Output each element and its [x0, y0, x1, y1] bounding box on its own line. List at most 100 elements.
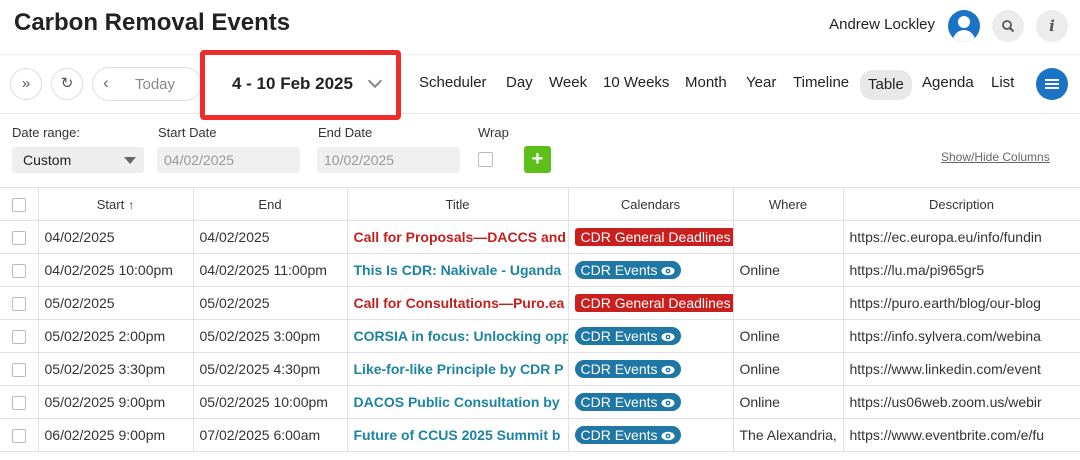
row-checkbox-cell[interactable] [0, 352, 39, 386]
row-checkbox[interactable] [11, 363, 26, 378]
column-header-description[interactable]: Description [843, 187, 1080, 221]
view-agenda-tab[interactable]: Agenda [922, 74, 974, 98]
eye-icon [661, 399, 675, 408]
view-timeline-tab[interactable]: Timeline [793, 74, 849, 98]
calendar-badge-label: CDR Events [580, 262, 658, 279]
view-10weeks-tab[interactable]: 10 Weeks [603, 74, 669, 98]
date-range-filter-label: Date range: [12, 125, 80, 140]
show-hide-columns-link[interactable]: Show/Hide Columns [941, 150, 1050, 164]
view-month-tab[interactable]: Month [685, 74, 727, 98]
row-checkbox-cell[interactable] [0, 253, 39, 287]
cell-calendars: CDR Events [568, 418, 734, 452]
table-row[interactable]: 05/02/2025 9:00pm 05/02/2025 10:00pm DACOS… [0, 385, 1080, 419]
cell-where: Online [733, 253, 844, 287]
cell-description: https://info.sylvera.com/webina [843, 319, 1080, 353]
cell-start: 04/02/2025 [38, 220, 194, 254]
calendar-badge: CDR Events [574, 393, 681, 412]
calendar-badge: CDR General Deadlines [574, 294, 732, 313]
cell-where [733, 286, 844, 320]
calendar-badge-label: CDR Events [580, 328, 658, 345]
table-row[interactable]: 05/02/2025 3:30pm 05/02/2025 4:30pm Like-f… [0, 352, 1080, 386]
row-checkbox[interactable] [11, 429, 26, 444]
calendar-badge: CDR Events [574, 360, 681, 379]
cell-description: https://puro.earth/blog/our-blog [843, 286, 1080, 320]
chevron-left-icon[interactable]: ‹ [103, 73, 109, 93]
user-avatar-icon[interactable] [948, 10, 980, 42]
cell-title[interactable]: Like-for-like Principle by CDR P [347, 352, 569, 386]
table-row[interactable]: 05/02/2025 05/02/2025 Call for Consultatio… [0, 286, 1080, 320]
column-header-end[interactable]: End [193, 187, 348, 221]
cell-description: https://lu.ma/pi965gr5 [843, 253, 1080, 287]
cell-title[interactable]: This Is CDR: Nakivale - Uganda [347, 253, 569, 287]
row-checkbox-cell[interactable] [0, 385, 39, 419]
date-range-label: 4 - 10 Feb 2025 [232, 74, 353, 93]
search-icon[interactable] [992, 10, 1024, 42]
collapse-sidebar-icon[interactable]: » [10, 68, 42, 100]
eye-icon [661, 432, 675, 441]
row-checkbox[interactable] [11, 297, 26, 312]
row-checkbox[interactable] [11, 396, 26, 411]
view-scheduler-tab[interactable]: Scheduler [419, 74, 487, 98]
column-header-start[interactable]: Start ↑ [38, 187, 194, 221]
cell-where [733, 220, 844, 254]
view-table-tab[interactable]: Table [860, 70, 912, 100]
start-date-input[interactable]: 04/02/2025 [157, 147, 300, 173]
cell-where: Online [733, 352, 844, 386]
menu-icon[interactable] [1036, 68, 1068, 100]
info-icon[interactable]: i [1036, 10, 1068, 42]
table-row[interactable]: 06/02/2025 9:00pm 07/02/2025 6:00am Future… [0, 418, 1080, 452]
table-row[interactable]: 05/02/2025 2:00pm 05/02/2025 3:00pm CORSIA… [0, 319, 1080, 353]
cell-title[interactable]: CORSIA in focus: Unlocking opp [347, 319, 569, 353]
column-header-calendars[interactable]: Calendars [568, 187, 734, 221]
cell-end: 05/02/2025 10:00pm [193, 385, 348, 419]
row-checkbox-cell[interactable] [0, 220, 39, 254]
column-header-title[interactable]: Title [347, 187, 569, 221]
table-row[interactable]: 04/02/2025 10:00pm 04/02/2025 11:00pm This… [0, 253, 1080, 287]
end-date-input[interactable]: 10/02/2025 [317, 147, 460, 173]
cell-calendars: CDR Events [568, 253, 734, 287]
cell-start: 04/02/2025 10:00pm [38, 253, 194, 287]
wrap-checkbox[interactable] [478, 152, 493, 167]
row-checkbox[interactable] [11, 231, 26, 246]
view-year-tab[interactable]: Year [746, 74, 776, 98]
cell-calendars: CDR Events [568, 352, 734, 386]
column-header-where[interactable]: Where [733, 187, 844, 221]
cell-where: Online [733, 385, 844, 419]
cell-title[interactable]: Call for Consultations—Puro.ea [347, 286, 569, 320]
calendar-badge-label: CDR General Deadlines [580, 229, 731, 246]
cell-title[interactable]: Call for Proposals—DACCS and [347, 220, 569, 254]
cell-title[interactable]: DACOS Public Consultation by [347, 385, 569, 419]
column-start-label: Start [96, 196, 125, 212]
add-event-button[interactable]: + [524, 146, 551, 173]
row-checkbox-cell[interactable] [0, 286, 39, 320]
cell-end: 05/02/2025 4:30pm [193, 352, 348, 386]
calendar-badge-label: CDR Events [580, 427, 658, 444]
user-name[interactable]: Andrew Lockley [829, 16, 935, 33]
start-date-label: Start Date [158, 125, 217, 140]
view-week-tab[interactable]: Week [549, 74, 587, 98]
calendar-badge: CDR General Deadlines [574, 228, 732, 247]
view-list-tab[interactable]: List [991, 74, 1014, 98]
row-checkbox-cell[interactable] [0, 418, 39, 452]
row-checkbox-cell[interactable] [0, 319, 39, 353]
refresh-icon[interactable]: ↻ [51, 68, 83, 100]
select-all-checkbox[interactable] [11, 197, 26, 212]
events-table: Start ↑ End Title Calendars Where Descrip… [0, 187, 1080, 452]
cell-title[interactable]: Future of CCUS 2025 Summit b [347, 418, 569, 452]
row-checkbox[interactable] [11, 264, 26, 279]
date-range-selector[interactable]: 4 - 10 Feb 2025 [200, 50, 401, 120]
cell-end: 07/02/2025 6:00am [193, 418, 348, 452]
date-navigation: ‹ Today [92, 67, 202, 101]
table-row[interactable]: 04/02/2025 04/02/2025 Call for Proposals—D… [0, 220, 1080, 254]
cell-end: 04/02/2025 [193, 220, 348, 254]
calendar-badge: CDR Events [574, 261, 681, 280]
row-checkbox[interactable] [11, 330, 26, 345]
end-date-label: End Date [318, 125, 373, 140]
calendar-badge: CDR Events [574, 327, 681, 346]
cell-calendars: CDR General Deadlines [568, 220, 734, 254]
caret-down-icon [124, 157, 136, 164]
date-range-select[interactable]: Custom [12, 147, 144, 173]
today-button[interactable]: Today [135, 76, 175, 93]
view-day-tab[interactable]: Day [506, 74, 533, 98]
select-all-checkbox-cell[interactable] [0, 187, 39, 221]
